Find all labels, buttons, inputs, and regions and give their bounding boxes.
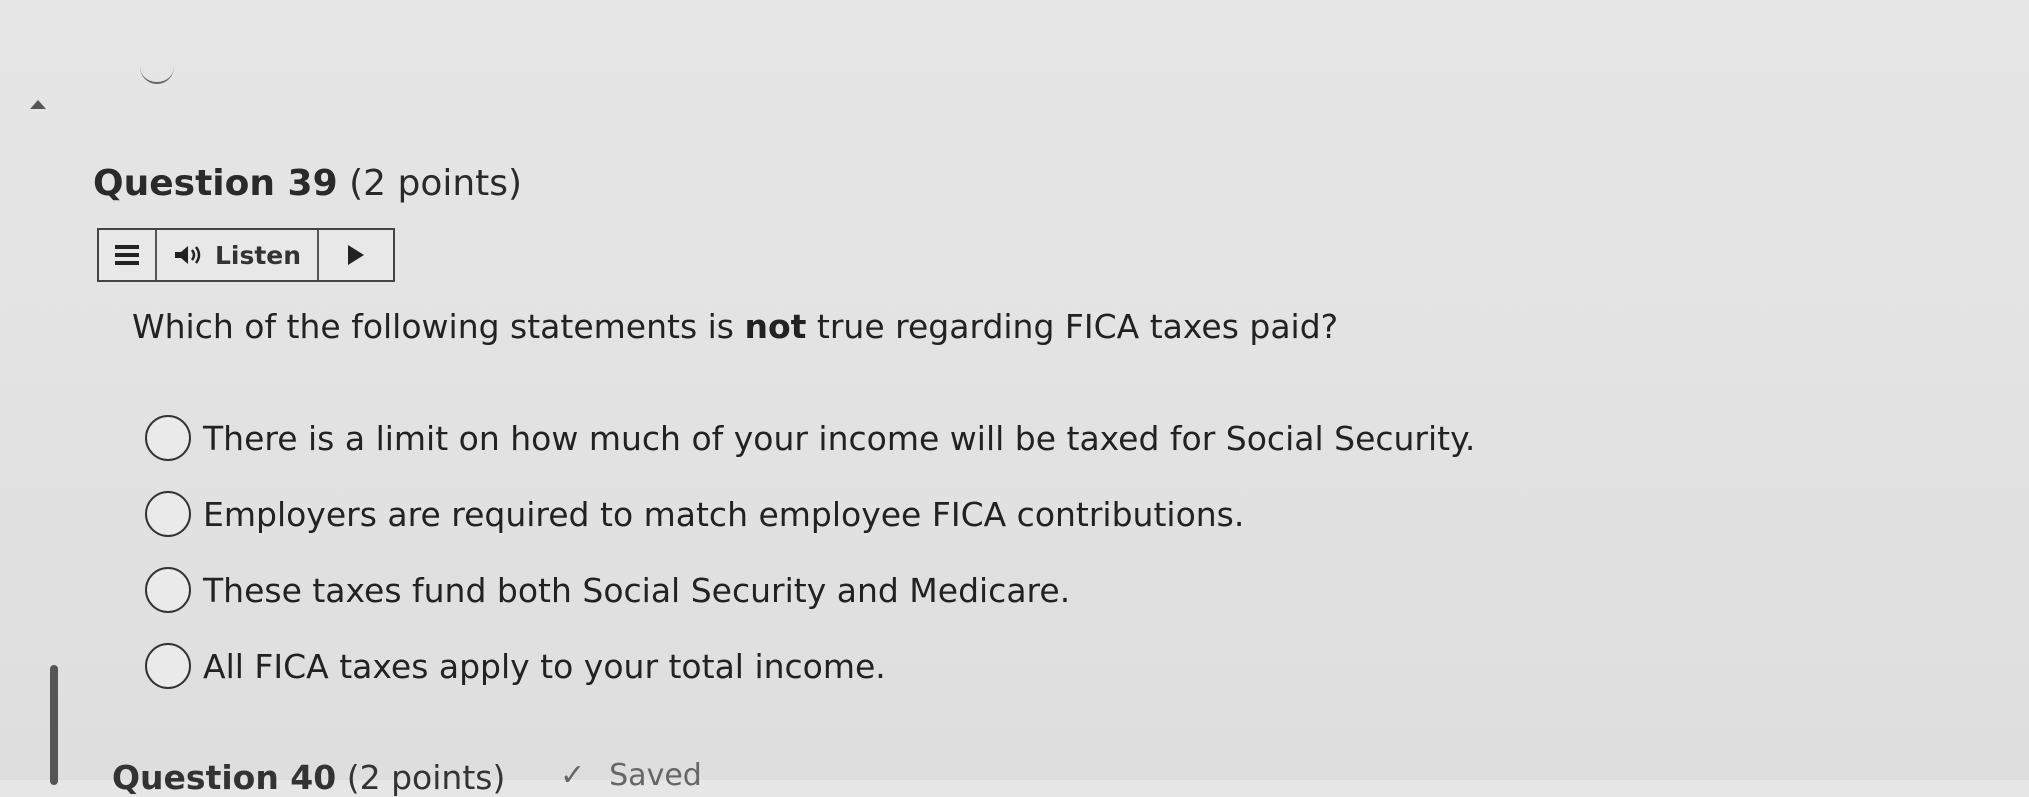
scrollbar-thumb[interactable] bbox=[50, 665, 58, 785]
answer-option-1[interactable]: There is a limit on how much of your inc… bbox=[145, 400, 1475, 476]
menu-icon bbox=[115, 245, 139, 265]
saved-status: ✓ Saved bbox=[560, 758, 702, 793]
option-label: All FICA taxes apply to your total incom… bbox=[203, 646, 886, 686]
answer-option-3[interactable]: These taxes fund both Social Security an… bbox=[145, 552, 1475, 628]
next-question-title: Question 40 (2 points) bbox=[112, 758, 505, 797]
question-title: Question 39 (2 points) bbox=[93, 163, 522, 204]
question-points: (2 points) bbox=[349, 163, 523, 204]
listen-label: Listen bbox=[214, 240, 302, 270]
next-question-number: Question 40 bbox=[112, 758, 337, 797]
play-button[interactable] bbox=[319, 230, 393, 280]
listen-button[interactable]: Listen bbox=[157, 230, 319, 280]
readspeaker-toolbar: Listen bbox=[97, 228, 395, 282]
option-label: Employers are required to match employee… bbox=[203, 494, 1245, 534]
answer-option-4[interactable]: All FICA taxes apply to your total incom… bbox=[145, 628, 1475, 704]
menu-button[interactable] bbox=[99, 230, 157, 280]
collapse-up-icon[interactable] bbox=[30, 100, 46, 109]
radio-button[interactable] bbox=[145, 643, 191, 689]
radio-button[interactable] bbox=[145, 567, 191, 613]
option-label: These taxes fund both Social Security an… bbox=[203, 570, 1071, 610]
answer-option-2[interactable]: Employers are required to match employee… bbox=[145, 476, 1475, 552]
question-number: Question 39 bbox=[93, 163, 338, 204]
prompt-emphasis: not bbox=[744, 307, 807, 346]
question-prompt: Which of the following statements is not… bbox=[132, 307, 1338, 346]
prompt-text-before: Which of the following statements is bbox=[132, 307, 745, 346]
option-label: There is a limit on how much of your inc… bbox=[203, 418, 1476, 458]
play-icon bbox=[348, 245, 364, 265]
radio-button[interactable] bbox=[145, 491, 191, 537]
answer-options: There is a limit on how much of your inc… bbox=[145, 400, 1475, 704]
check-icon: ✓ bbox=[560, 758, 586, 793]
radio-button[interactable] bbox=[145, 415, 191, 461]
saved-label: Saved bbox=[609, 758, 702, 793]
prompt-text-after: true regarding FICA taxes paid? bbox=[806, 307, 1339, 346]
speaker-icon bbox=[173, 243, 205, 267]
next-question-points: (2 points) bbox=[346, 758, 506, 797]
decorative-mark bbox=[140, 66, 174, 84]
